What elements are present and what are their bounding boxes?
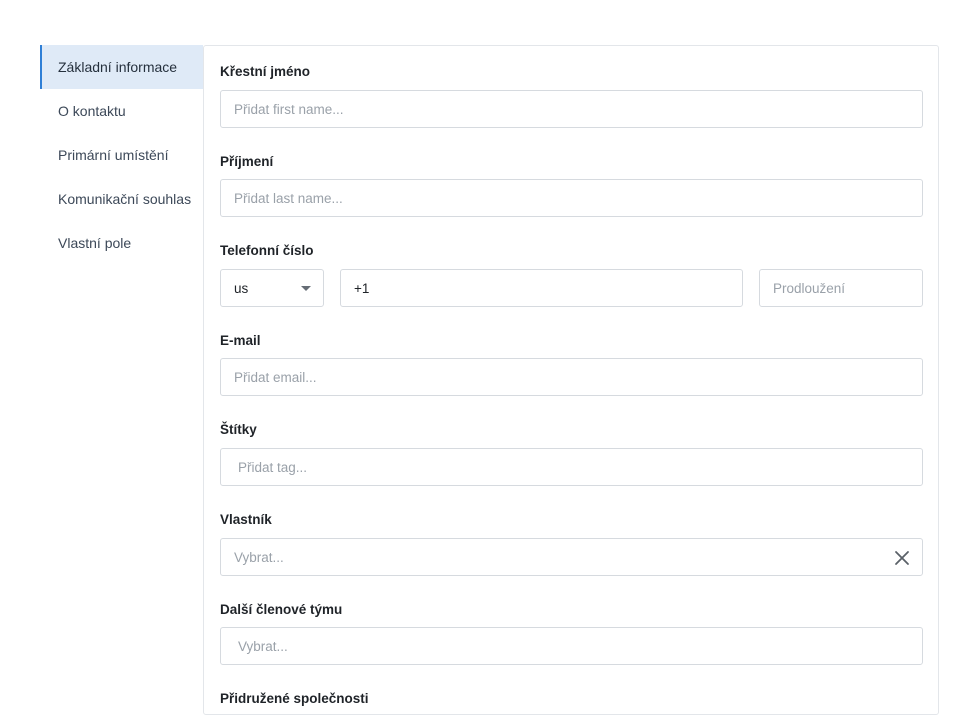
last-name-label: Příjmení (220, 154, 274, 169)
sidebar-item-label: O kontaktu (58, 103, 126, 119)
owner-label: Vlastník (220, 512, 272, 527)
sidebar-item-communication-consent[interactable]: Komunikační souhlas (40, 177, 203, 221)
owner-select[interactable]: Vybrat... (220, 538, 923, 576)
sidebar-item-label: Vlastní pole (58, 235, 132, 251)
phone-number-input[interactable] (340, 269, 743, 307)
team-members-select[interactable]: Vybrat... (220, 627, 923, 665)
email-input[interactable] (220, 358, 923, 396)
close-icon[interactable] (894, 550, 910, 566)
tags-input[interactable] (220, 448, 923, 486)
sidebar-item-label: Komunikační souhlas (58, 191, 192, 207)
country-code-select[interactable]: us (220, 269, 324, 307)
phone-label: Telefonní číslo (220, 243, 314, 258)
email-label: E-mail (220, 333, 261, 348)
owner-placeholder: Vybrat... (234, 549, 284, 565)
tags-label: Štítky (220, 422, 257, 437)
sidebar-item-label: Primární umístění (58, 147, 169, 163)
last-name-input[interactable] (220, 179, 923, 217)
first-name-label: Křestní jméno (220, 64, 311, 79)
sidebar-item-custom-fields[interactable]: Vlastní pole (40, 221, 203, 265)
sidebar-item-basic-info[interactable]: Základní informace (40, 45, 203, 89)
caret-down-icon (301, 286, 311, 291)
sidebar-nav: Základní informace O kontaktu Primární u… (40, 45, 204, 698)
team-members-placeholder: Vybrat... (238, 638, 288, 654)
sidebar-item-primary-location[interactable]: Primární umístění (40, 133, 203, 177)
country-code-value: us (234, 280, 249, 296)
sidebar-item-label: Základní informace (58, 59, 178, 75)
sidebar-item-about-contact[interactable]: O kontaktu (40, 89, 203, 133)
first-name-input[interactable] (220, 90, 923, 128)
team-members-label: Další členové týmu (220, 602, 343, 617)
companies-label: Přidružené společnosti (220, 691, 369, 706)
phone-extension-input[interactable] (759, 269, 923, 307)
